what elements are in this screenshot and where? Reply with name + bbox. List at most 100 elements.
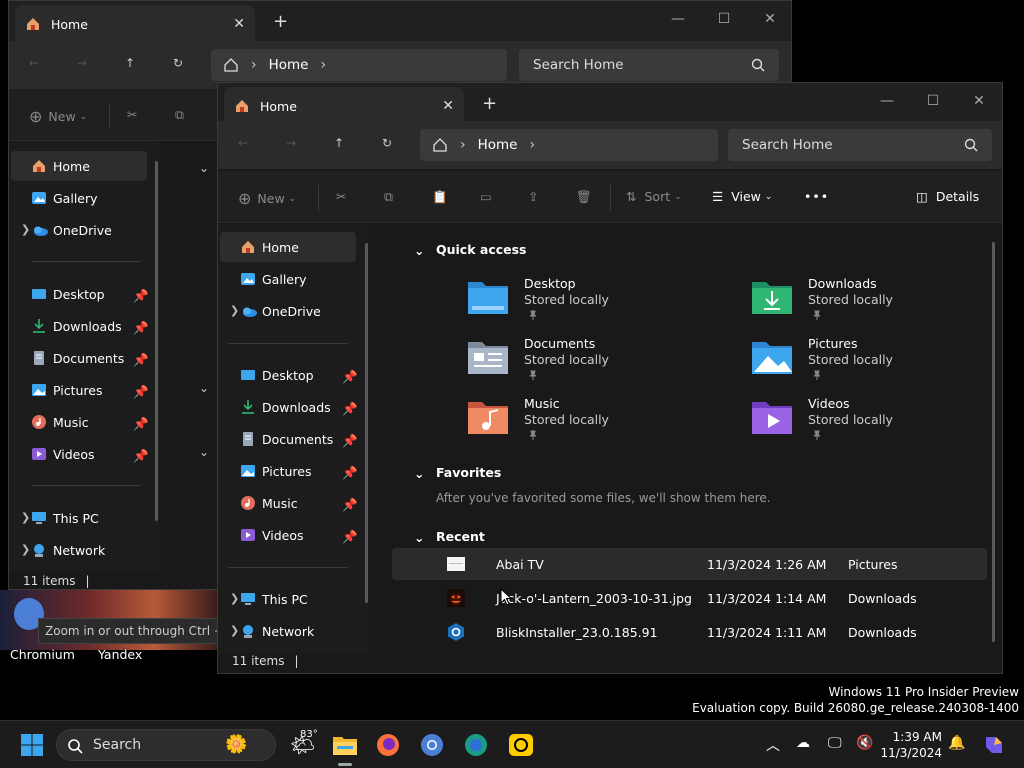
clock[interactable]: 1:39 AM 11/3/2024 [880, 729, 942, 761]
chevron-right-icon[interactable]: ❯ [21, 223, 30, 236]
chevron-right-icon[interactable]: › [320, 57, 326, 73]
sidebar-item-pictures[interactable]: Pictures 📌 [220, 456, 358, 486]
more-options-button[interactable]: ••• [804, 189, 829, 204]
pin-icon[interactable]: 📌 [342, 465, 358, 481]
section-recent[interactable]: ⌄ Recent [414, 529, 485, 545]
cut-icon[interactable]: ✂ [336, 189, 346, 204]
quick-access-item-downloads[interactable]: Downloads Stored locally [750, 276, 1010, 332]
maximize-button[interactable]: ☐ [701, 11, 747, 27]
sidebar-item-music[interactable]: Music 📌 [220, 488, 358, 518]
tab-home[interactable]: Home ✕ [224, 87, 464, 125]
pin-icon[interactable]: 📌 [342, 401, 358, 417]
chevron-right-icon[interactable]: ❯ [21, 543, 30, 556]
sidebar-item-home[interactable]: Home [11, 151, 147, 181]
new-button[interactable]: ⊕ New ⌄ [29, 107, 87, 126]
sidebar-item-gallery[interactable]: Gallery [220, 264, 356, 294]
sidebar-scrollbar[interactable] [365, 243, 368, 603]
pin-icon[interactable]: 📌 [133, 352, 149, 368]
sidebar-item-gallery[interactable]: Gallery [11, 183, 147, 213]
new-tab-button[interactable]: + [273, 13, 288, 31]
sidebar-item-pictures[interactable]: Pictures 📌 [11, 375, 149, 405]
display-icon[interactable]: 🖵 [828, 735, 842, 751]
refresh-icon[interactable]: ↻ [173, 56, 183, 70]
onedrive-tray-icon[interactable]: ☁ [796, 735, 810, 751]
recent-row[interactable]: Abai TV 11/3/2024 1:26 AM Pictures [392, 548, 987, 580]
close-tab-icon[interactable]: ✕ [233, 16, 245, 32]
quick-access-item-videos[interactable]: Videos Stored locally [750, 396, 1010, 452]
chevron-down-icon[interactable]: ⌄ [199, 381, 209, 395]
copilot-icon[interactable] [982, 733, 1006, 757]
search-input[interactable]: Search Home [519, 49, 779, 81]
firefox-icon[interactable] [376, 733, 400, 757]
chevron-right-icon[interactable]: ❯ [21, 511, 30, 524]
sidebar-scrollbar[interactable] [155, 161, 158, 521]
chevron-down-icon[interactable]: ⌄ [414, 530, 424, 545]
up-arrow-icon[interactable]: ↑ [334, 136, 344, 150]
sidebar-item-home[interactable]: Home [220, 232, 356, 262]
back-arrow-icon[interactable]: ← [238, 136, 248, 150]
new-button[interactable]: ⊕ New ⌄ [238, 189, 296, 208]
paste-icon[interactable]: 📋 [432, 189, 448, 205]
title-bar[interactable]: Home ✕ + — ☐ ✕ [9, 1, 791, 43]
title-bar[interactable]: Home ✕ + — ☐ ✕ [218, 83, 1002, 125]
pin-icon[interactable]: 📌 [342, 369, 358, 385]
chevron-right-icon[interactable]: › [529, 137, 535, 153]
chevron-down-icon[interactable]: ⌄ [414, 466, 424, 481]
sidebar-item-videos[interactable]: Videos 📌 [11, 439, 149, 469]
chevron-right-icon[interactable]: ❯ [230, 592, 239, 605]
forward-arrow-icon[interactable]: → [77, 56, 87, 70]
notification-bell-icon[interactable]: 🔔 [948, 735, 965, 751]
tab-home[interactable]: Home ✕ [15, 5, 255, 43]
sidebar-item-network[interactable]: ❯ Network [220, 616, 356, 646]
chevron-right-icon[interactable]: ❯ [230, 304, 239, 317]
sidebar-item-this-pc[interactable]: ❯ This PC [220, 584, 356, 614]
share-icon[interactable]: ⇪ [528, 189, 538, 204]
address-bar[interactable]: › Home › [211, 49, 507, 81]
yandex-taskbar-icon[interactable] [508, 733, 534, 757]
details-button[interactable]: ◫ Details [916, 189, 979, 204]
content-scrollbar[interactable] [992, 242, 995, 642]
pin-icon[interactable]: 📌 [342, 529, 358, 545]
sidebar-item-downloads[interactable]: Downloads 📌 [220, 392, 358, 422]
breadcrumb-home[interactable]: Home [269, 57, 309, 73]
chevron-down-icon[interactable]: ⌄ [199, 161, 209, 175]
copy-icon[interactable]: ⧉ [175, 107, 184, 123]
chevron-up-icon[interactable]: ︿ [766, 735, 780, 755]
chromium-taskbar-icon[interactable] [420, 733, 444, 757]
taskbar-search-box[interactable]: Search 🌼 [56, 729, 276, 761]
explorer-window-front[interactable]: Home ✕ + — ☐ ✕ ← → ↑ ↻ › Home › Search H… [217, 82, 1003, 674]
sidebar-item-music[interactable]: Music 📌 [11, 407, 149, 437]
file-explorer-taskbar-icon[interactable] [332, 733, 358, 757]
back-arrow-icon[interactable]: ← [29, 56, 39, 70]
pin-icon[interactable]: 📌 [133, 320, 149, 336]
sort-button[interactable]: ⇅ Sort ⌄ [626, 189, 682, 204]
volume-muted-icon[interactable]: 🔇 [856, 735, 873, 751]
quick-access-item-documents[interactable]: Documents Stored locally [466, 336, 726, 392]
pin-icon[interactable]: 📌 [342, 433, 358, 449]
pin-icon[interactable]: 📌 [133, 416, 149, 432]
pin-icon[interactable]: 📌 [133, 288, 149, 304]
delete-icon[interactable]: 🗑 [576, 189, 592, 205]
address-bar[interactable]: › Home › [420, 129, 718, 161]
new-tab-button[interactable]: + [482, 95, 497, 113]
sidebar-item-documents[interactable]: Documents 📌 [220, 424, 358, 454]
chevron-down-icon[interactable]: ⌄ [199, 445, 209, 459]
pin-icon[interactable]: 📌 [133, 448, 149, 464]
sidebar-item-desktop[interactable]: Desktop 📌 [11, 279, 149, 309]
close-window-button[interactable]: ✕ [747, 11, 793, 27]
forward-arrow-icon[interactable]: → [286, 136, 296, 150]
sidebar-item-onedrive[interactable]: ❯ OneDrive [11, 215, 147, 245]
breadcrumb-home[interactable]: Home [478, 137, 518, 153]
pin-icon[interactable]: 📌 [342, 497, 358, 513]
search-input[interactable]: Search Home [728, 129, 992, 161]
rename-icon[interactable]: ▭ [480, 189, 492, 204]
cut-icon[interactable]: ✂ [127, 107, 137, 122]
quick-access-item-music[interactable]: Music Stored locally [466, 396, 726, 452]
desktop-icon-label-yandex[interactable]: Yandex [98, 647, 142, 662]
sidebar-item-videos[interactable]: Videos 📌 [220, 520, 358, 550]
minimize-button[interactable]: — [655, 11, 701, 27]
close-tab-icon[interactable]: ✕ [442, 98, 454, 114]
pin-icon[interactable]: 📌 [133, 384, 149, 400]
chevron-down-icon[interactable]: ⌄ [414, 243, 424, 258]
maximize-button[interactable]: ☐ [910, 93, 956, 109]
